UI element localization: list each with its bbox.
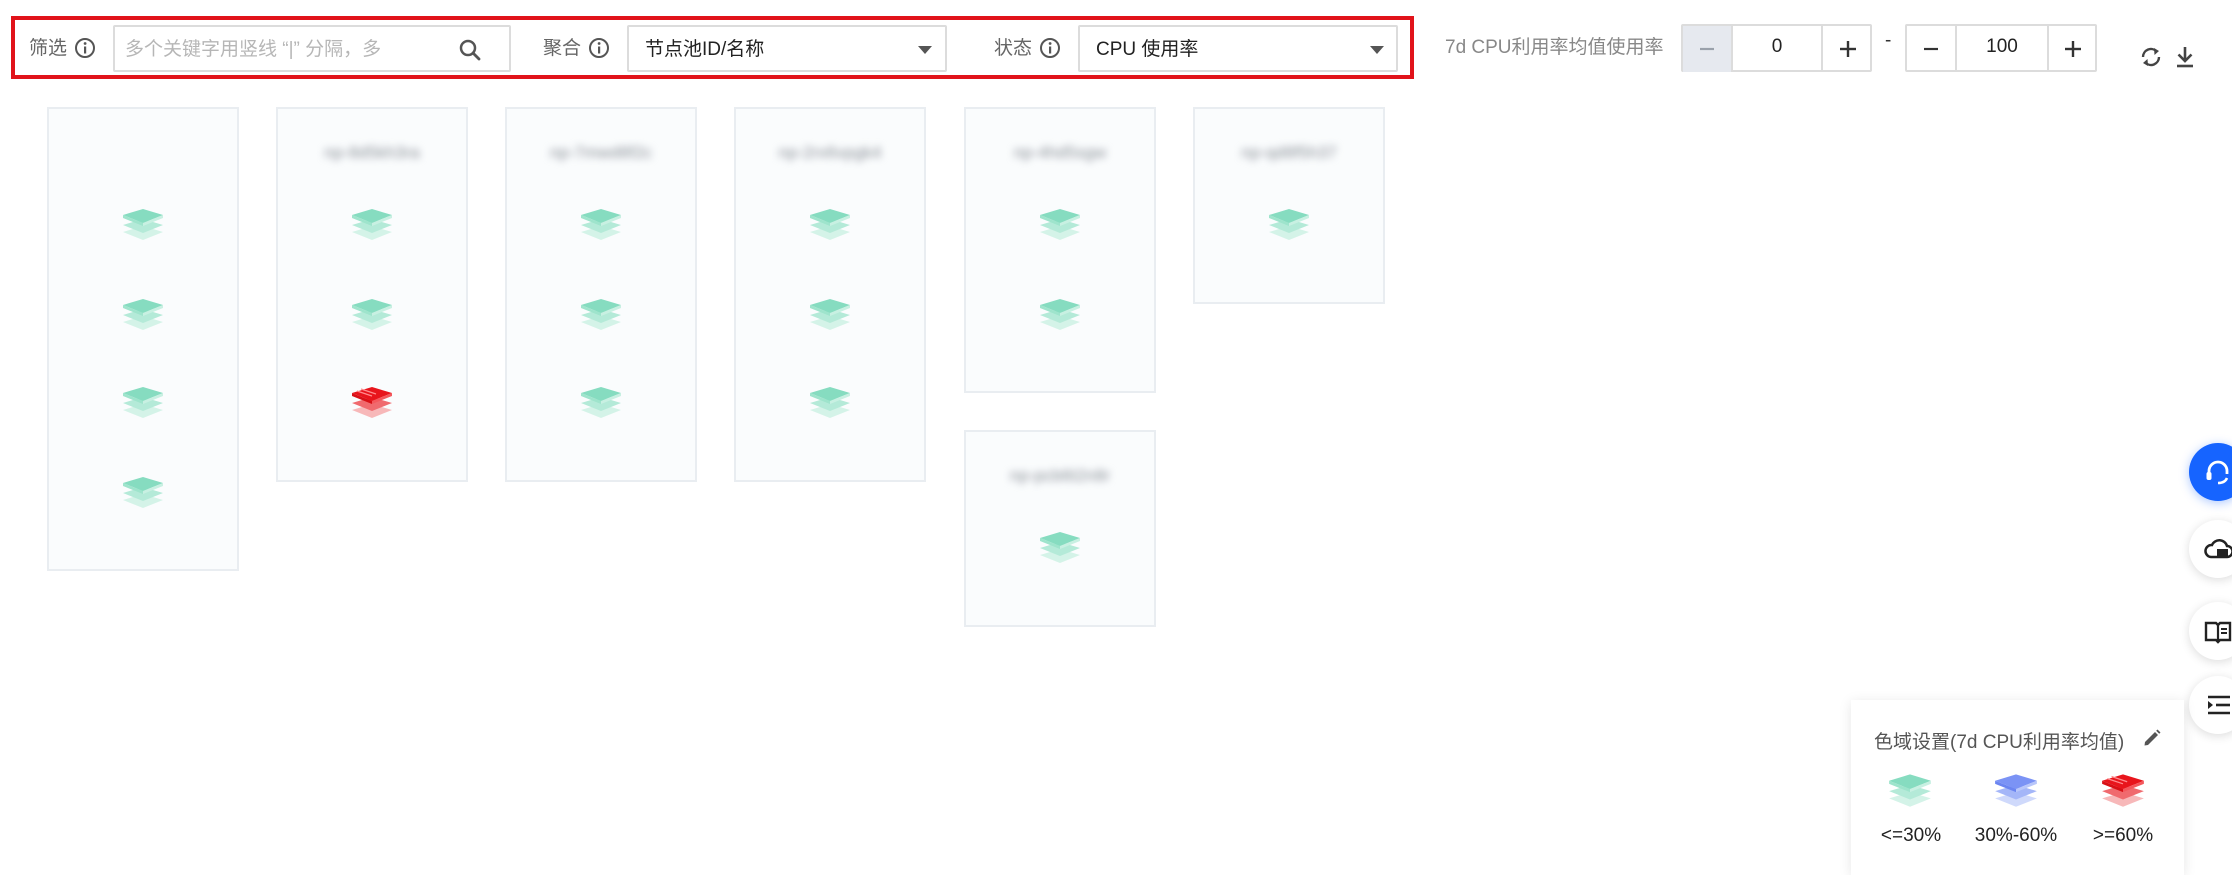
status-info-icon[interactable] bbox=[1039, 37, 1061, 59]
edit-icon[interactable] bbox=[2141, 727, 2163, 749]
book-icon bbox=[2204, 621, 2232, 644]
node-green-icon[interactable] bbox=[1037, 289, 1083, 335]
customer-service-button[interactable] bbox=[2189, 443, 2232, 501]
node-green-icon[interactable] bbox=[120, 289, 166, 335]
node-pool-title: np-pcb6t2n8r bbox=[1009, 466, 1111, 485]
legend-blue-icon bbox=[1992, 764, 2040, 812]
aggregate-dropdown-icon bbox=[918, 46, 932, 54]
search-icon[interactable] bbox=[458, 38, 482, 62]
cloud-icon bbox=[2204, 539, 2232, 559]
legend-title: 色域设置(7d CPU利用率均值) bbox=[1874, 732, 2125, 753]
aggregate-select[interactable]: 节点池ID/名称 bbox=[627, 25, 947, 72]
status-value: CPU 使用率 bbox=[1096, 39, 1199, 60]
node-green-icon[interactable] bbox=[120, 199, 166, 245]
node-green-icon[interactable] bbox=[578, 199, 624, 245]
minus-icon bbox=[1700, 47, 1714, 51]
legend-green-icon bbox=[1886, 764, 1934, 812]
node-pool-title: np-4hd5sgw bbox=[1013, 143, 1107, 162]
filter-info-icon[interactable] bbox=[74, 37, 96, 59]
node-green-icon[interactable] bbox=[807, 199, 853, 245]
node-pool-title: np-7mwd8f2c bbox=[549, 143, 653, 162]
list-indent-icon bbox=[2208, 695, 2230, 715]
node-pool-card: np-7mwd8f2c bbox=[505, 107, 697, 482]
node-green-icon[interactable] bbox=[1037, 199, 1083, 245]
aggregate-value: 节点池ID/名称 bbox=[645, 39, 765, 60]
range-label: 7d CPU利用率均值使用率 bbox=[1445, 37, 1664, 58]
outline-button[interactable] bbox=[2189, 676, 2232, 734]
node-pool-card: np-4hd5sgw bbox=[964, 107, 1156, 393]
legend-label-mid: 30%-60% bbox=[1974, 825, 2058, 846]
node-green-icon[interactable] bbox=[578, 377, 624, 423]
range-min-input[interactable]: 0 bbox=[1731, 26, 1823, 70]
color-legend-panel: 色域设置(7d CPU利用率均值) <=30% 30%-60% >=60% bbox=[1851, 700, 2184, 875]
range-separator: - bbox=[1885, 30, 1892, 51]
filter-label: 筛选 bbox=[29, 38, 68, 59]
aggregate-info-icon[interactable] bbox=[588, 37, 610, 59]
node-green-icon[interactable] bbox=[807, 377, 853, 423]
plus-icon bbox=[1840, 41, 1856, 57]
node-green-icon[interactable] bbox=[578, 289, 624, 335]
node-pool-card: np-8d5kh3ra bbox=[276, 107, 468, 482]
cloud-service-button[interactable] bbox=[2189, 520, 2232, 578]
node-pool-card: np-2rx6vpgk4 bbox=[734, 107, 926, 482]
status-label: 状态 bbox=[994, 38, 1033, 59]
download-icon[interactable] bbox=[2173, 45, 2197, 69]
node-pool-title: np-qd8f5h37 bbox=[1241, 143, 1337, 162]
search-input[interactable]: 多个关键字用竖线 “|” 分隔，多 bbox=[113, 25, 511, 72]
aggregate-label: 聚合 bbox=[543, 38, 582, 59]
node-green-icon[interactable] bbox=[349, 289, 395, 335]
node-green-icon[interactable] bbox=[1037, 522, 1083, 568]
legend-label-high: >=60% bbox=[2092, 825, 2154, 846]
node-pool-title: np-8d5kh3ra bbox=[324, 143, 420, 162]
node-green-icon[interactable] bbox=[120, 377, 166, 423]
legend-red-icon bbox=[2099, 764, 2147, 812]
node-red-icon[interactable] bbox=[349, 377, 395, 423]
range-min-increment-button[interactable] bbox=[1824, 26, 1872, 72]
range-max-stepper: 100 bbox=[1905, 24, 2097, 72]
node-green-icon[interactable] bbox=[349, 199, 395, 245]
range-max-increment-button[interactable] bbox=[2049, 26, 2097, 72]
legend-label-low: <=30% bbox=[1880, 825, 1942, 846]
node-green-icon[interactable] bbox=[807, 289, 853, 335]
docs-button[interactable] bbox=[2189, 602, 2232, 660]
search-placeholder: 多个关键字用竖线 “|” 分隔，多 bbox=[125, 39, 382, 60]
node-green-icon[interactable] bbox=[1266, 199, 1312, 245]
plus-icon bbox=[2065, 41, 2081, 57]
minus-icon bbox=[1924, 47, 1938, 51]
node-pool-card: np-qd8f5h37 bbox=[1193, 107, 1385, 304]
node-pool-card bbox=[47, 107, 239, 571]
node-green-icon[interactable] bbox=[120, 467, 166, 513]
range-max-input[interactable]: 100 bbox=[1955, 26, 2049, 70]
node-pool-title: np-2rx6vpgk4 bbox=[778, 143, 882, 162]
node-pool-card: np-pcb6t2n8r bbox=[964, 430, 1156, 627]
status-dropdown-icon bbox=[1370, 46, 1384, 54]
range-min-decrement-button[interactable] bbox=[1683, 26, 1731, 72]
range-max-decrement-button[interactable] bbox=[1907, 26, 1955, 72]
status-select[interactable]: CPU 使用率 bbox=[1078, 25, 1398, 72]
range-min-stepper: 0 bbox=[1681, 24, 1872, 72]
headset-icon bbox=[2206, 460, 2229, 485]
refresh-icon[interactable] bbox=[2139, 45, 2163, 69]
